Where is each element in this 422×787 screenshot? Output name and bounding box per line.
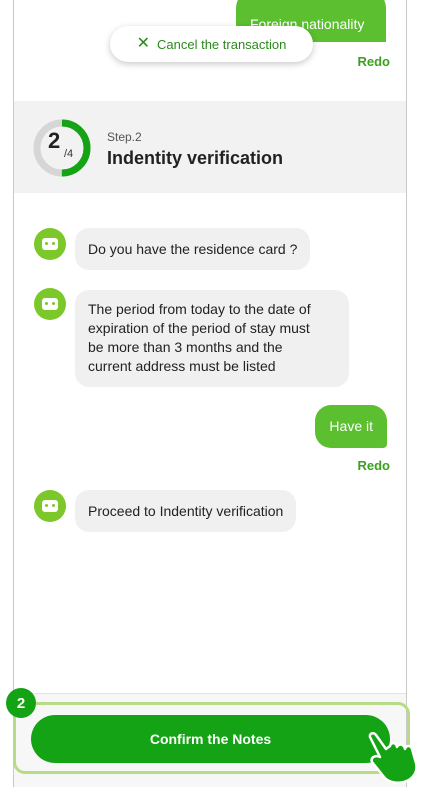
confirm-notes-label: Confirm the Notes (149, 731, 272, 747)
confirm-notes-button[interactable]: Confirm the Notes (31, 715, 390, 763)
step-current-number: 2 (48, 128, 61, 153)
pointing-hand-icon (368, 732, 418, 785)
bot-message: The period from today to the date of exp… (75, 290, 349, 387)
bot-avatar-icon (34, 228, 66, 260)
bot-message: Do you have the residence card ? (75, 228, 311, 270)
bot-message-line: be more than 3 months and the (88, 339, 283, 355)
step-badge: 2 (6, 688, 36, 718)
step-progress-ring (33, 119, 91, 177)
bot-message: Proceed to Indentity verification (75, 490, 297, 532)
step-header: 2 /4 Step.2 Indentity verification (14, 101, 406, 193)
bot-message-line: current address must be listed (88, 358, 276, 374)
close-icon: ✕ (136, 35, 151, 52)
bot-avatar-icon (34, 490, 66, 522)
user-answer-text: Have it (329, 418, 373, 434)
bot-message-text: Do you have the residence card ? (88, 241, 298, 257)
bot-message-text: Proceed to Indentity verification (88, 503, 284, 519)
bot-message-line: The period from today to the date of (88, 301, 311, 317)
step-badge-number: 2 (16, 694, 26, 712)
cancel-transaction-label: Cancel the transaction (157, 36, 287, 52)
bot-avatar-icon (34, 288, 66, 320)
redo-link-top[interactable]: Redo (358, 54, 391, 69)
bot-message-line: expiration of the period of stay must (88, 320, 310, 336)
cancel-transaction-button[interactable]: ✕ Cancel the transaction (110, 26, 313, 62)
redo-link[interactable]: Redo (358, 458, 391, 473)
step-total-number: /4 (64, 148, 74, 160)
step-label: Step.2 (107, 130, 142, 144)
step-title: Indentity verification (107, 148, 284, 168)
user-answer-bubble: Have it (315, 405, 387, 448)
phone-screen: Foreign nationality Redo ✕ Cancel the tr… (13, 0, 407, 787)
